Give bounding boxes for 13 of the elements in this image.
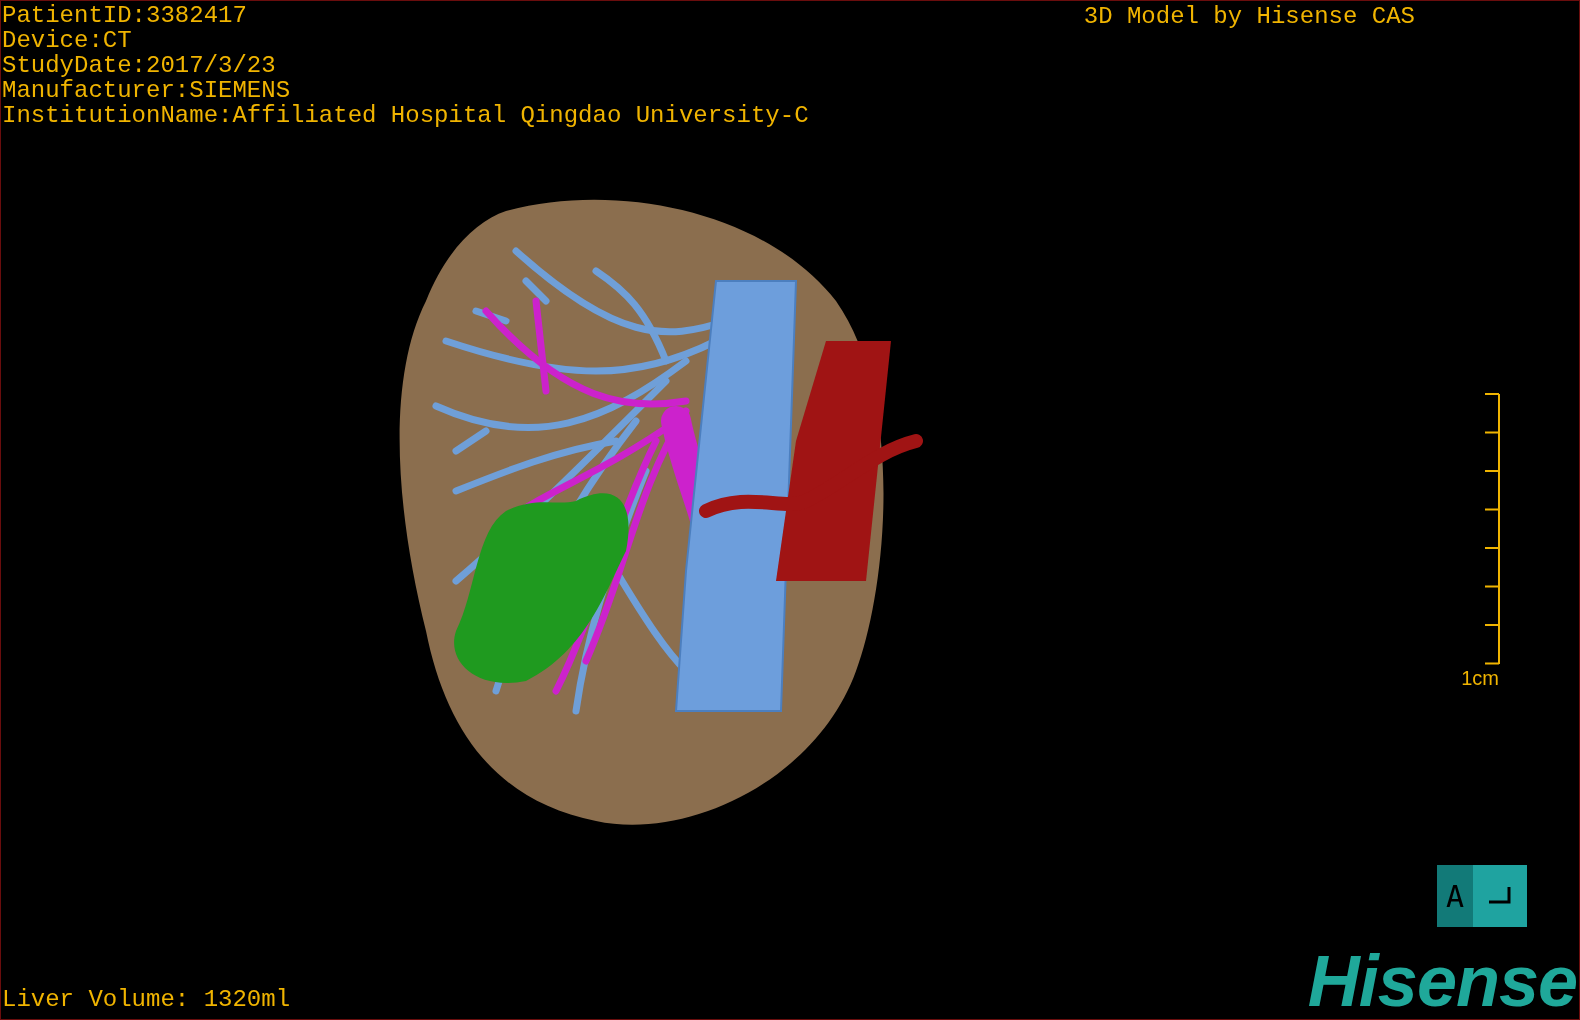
dicom-info-text: Manufacturer:SIEMENS: [2, 78, 292, 103]
orientation-cube[interactable]: A: [1437, 865, 1527, 927]
scale-label: 1cm: [1461, 667, 1499, 690]
liver-volume-text: Liver Volume: 1320ml: [2, 987, 291, 1013]
dicom-info-text: InstitutionName:Affiliated Hospital Qingdao University-C: [2, 103, 809, 128]
viewer-title: 3D Model by Hisense CAS: [1083, 3, 1415, 32]
dicom-info-text: PatientID:3382417: [2, 3, 248, 28]
logo-text: Hisense: [1307, 949, 1577, 1013]
dicom-info-text: StudyDate:2017/3/23: [2, 53, 277, 78]
dicom-info-text: Device:CT: [2, 28, 133, 53]
corner-icon: [1487, 885, 1513, 905]
orientation-label: A: [1437, 865, 1473, 927]
scale-bar-icon: [1483, 393, 1503, 665]
